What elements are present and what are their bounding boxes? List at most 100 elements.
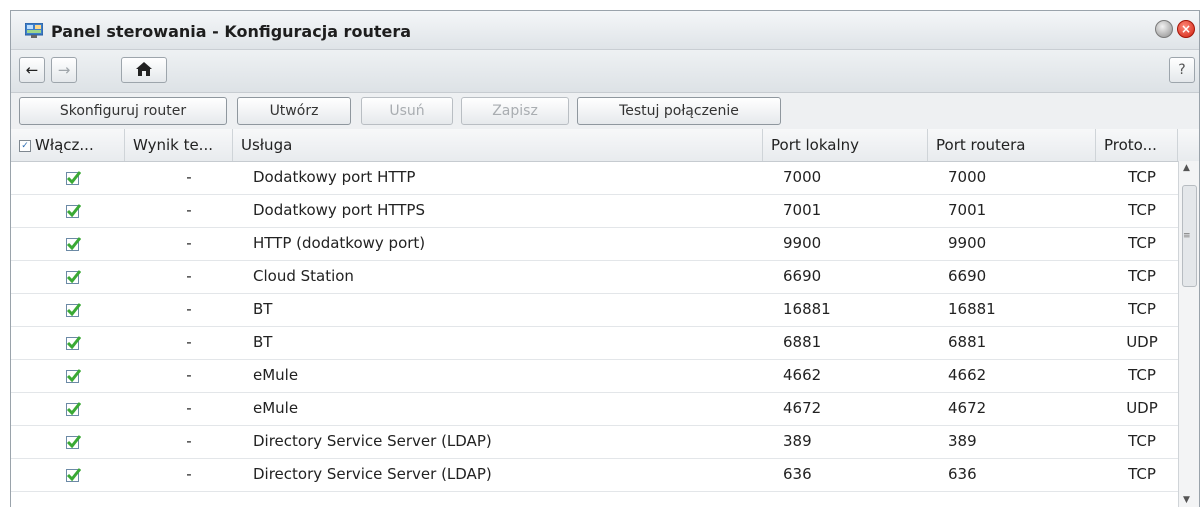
column-local-port[interactable]: Port lokalny bbox=[763, 129, 928, 161]
enabled-checkbox-icon[interactable] bbox=[65, 269, 81, 284]
local-port-cell: 7001 bbox=[783, 201, 822, 219]
test-result-cell: - bbox=[186, 201, 192, 219]
table-row[interactable]: - eMule 4672 4672 UDP bbox=[11, 392, 1179, 426]
minimize-icon[interactable] bbox=[1155, 20, 1173, 38]
table-row[interactable]: - eMule 4662 4662 TCP bbox=[11, 359, 1179, 393]
protocol-cell: TCP bbox=[1128, 300, 1156, 318]
router-port-cell: 9900 bbox=[948, 234, 987, 252]
test-result-cell: - bbox=[186, 366, 192, 384]
service-cell: Directory Service Server (LDAP) bbox=[253, 465, 492, 483]
test-result-cell: - bbox=[186, 234, 192, 252]
test-connection-button[interactable]: Testuj połączenie bbox=[577, 97, 781, 125]
arrow-left-icon: ← bbox=[25, 61, 39, 79]
enabled-checkbox-icon[interactable] bbox=[65, 302, 81, 317]
table-row[interactable]: - Cloud Station 6690 6690 TCP bbox=[11, 260, 1179, 294]
protocol-cell: TCP bbox=[1128, 267, 1156, 285]
test-result-cell: - bbox=[186, 432, 192, 450]
service-cell: Dodatkowy port HTTPS bbox=[253, 201, 425, 219]
control-panel-window: Panel sterowania - Konfiguracja routera … bbox=[10, 10, 1200, 507]
port-forwarding-table: ✓ Włącz... Wynik te... Usługa Port lokaln… bbox=[11, 129, 1199, 492]
table-row[interactable]: - Directory Service Server (LDAP) 389 389 TC… bbox=[11, 425, 1179, 459]
navigation-bar: ← → ? bbox=[11, 50, 1199, 93]
service-cell: HTTP (dodatkowy port) bbox=[253, 234, 426, 252]
enabled-checkbox-icon[interactable] bbox=[65, 368, 81, 383]
protocol-cell: TCP bbox=[1128, 201, 1156, 219]
create-button[interactable]: Utwórz bbox=[237, 97, 351, 125]
local-port-cell: 16881 bbox=[783, 300, 831, 318]
help-button[interactable]: ? bbox=[1169, 57, 1195, 83]
vertical-scrollbar[interactable]: ▲ ≡ ▼ bbox=[1178, 161, 1199, 507]
close-icon[interactable]: × bbox=[1177, 20, 1195, 38]
router-port-cell: 7001 bbox=[948, 201, 987, 219]
table-header: ✓ Włącz... Wynik te... Usługa Port lokaln… bbox=[11, 129, 1199, 162]
save-button[interactable]: Zapisz bbox=[461, 97, 569, 125]
home-button[interactable] bbox=[121, 57, 167, 83]
select-all-checkbox[interactable]: ✓ bbox=[19, 139, 31, 152]
title-bar: Panel sterowania - Konfiguracja routera … bbox=[11, 11, 1199, 50]
forward-button[interactable]: → bbox=[51, 57, 77, 83]
service-cell: Directory Service Server (LDAP) bbox=[253, 432, 492, 450]
test-result-cell: - bbox=[186, 333, 192, 351]
local-port-cell: 6881 bbox=[783, 333, 822, 351]
local-port-cell: 4662 bbox=[783, 366, 822, 384]
router-port-cell: 6881 bbox=[948, 333, 987, 351]
service-cell: eMule bbox=[253, 366, 299, 384]
enabled-cell bbox=[11, 359, 135, 392]
enabled-checkbox-icon[interactable] bbox=[65, 203, 81, 218]
column-enabled[interactable]: ✓ Włącz... bbox=[11, 129, 125, 161]
protocol-cell: UDP bbox=[1126, 399, 1158, 417]
table-row[interactable]: - Directory Service Server (LDAP) 636 636 TC… bbox=[11, 458, 1179, 492]
column-protocol[interactable]: Proto... bbox=[1096, 129, 1178, 161]
help-icon: ? bbox=[1178, 62, 1186, 78]
column-service[interactable]: Usługa bbox=[233, 129, 763, 161]
back-button[interactable]: ← bbox=[19, 57, 45, 83]
enabled-cell bbox=[11, 293, 135, 326]
protocol-cell: UDP bbox=[1126, 333, 1158, 351]
toolbar: Skonfiguruj router Utwórz Usuń Zapisz Te… bbox=[11, 93, 1199, 130]
service-cell: BT bbox=[253, 300, 273, 318]
local-port-cell: 9900 bbox=[783, 234, 822, 252]
configure-router-button[interactable]: Skonfiguruj router bbox=[19, 97, 227, 125]
test-result-cell: - bbox=[186, 465, 192, 483]
enabled-checkbox-icon[interactable] bbox=[65, 335, 81, 350]
test-result-cell: - bbox=[186, 267, 192, 285]
table-row[interactable]: - Dodatkowy port HTTPS 7001 7001 TCP bbox=[11, 194, 1179, 228]
local-port-cell: 6690 bbox=[783, 267, 822, 285]
router-port-cell: 4672 bbox=[948, 399, 987, 417]
service-cell: BT bbox=[253, 333, 273, 351]
local-port-cell: 4672 bbox=[783, 399, 822, 417]
grip-icon: ≡ bbox=[1183, 231, 1191, 241]
table-row[interactable]: - HTTP (dodatkowy port) 9900 9900 TCP bbox=[11, 227, 1179, 261]
test-result-cell: - bbox=[186, 300, 192, 318]
scroll-down-icon[interactable]: ▼ bbox=[1183, 495, 1190, 505]
column-router-port[interactable]: Port routera bbox=[928, 129, 1096, 161]
enabled-checkbox-icon[interactable] bbox=[65, 401, 81, 416]
service-cell: Dodatkowy port HTTP bbox=[253, 168, 416, 186]
router-port-cell: 636 bbox=[948, 465, 977, 483]
local-port-cell: 636 bbox=[783, 465, 812, 483]
router-port-cell: 389 bbox=[948, 432, 977, 450]
scroll-up-icon[interactable]: ▲ bbox=[1183, 163, 1190, 173]
test-result-cell: - bbox=[186, 168, 192, 186]
enabled-checkbox-icon[interactable] bbox=[65, 170, 81, 185]
enabled-cell bbox=[11, 194, 135, 227]
local-port-cell: 7000 bbox=[783, 168, 822, 186]
table-row[interactable]: - Dodatkowy port HTTP 7000 7000 TCP bbox=[11, 161, 1179, 195]
router-port-cell: 6690 bbox=[948, 267, 987, 285]
enabled-checkbox-icon[interactable] bbox=[65, 467, 81, 482]
table-row[interactable]: - BT 6881 6881 UDP bbox=[11, 326, 1179, 360]
table-row[interactable]: - BT 16881 16881 TCP bbox=[11, 293, 1179, 327]
enabled-cell bbox=[11, 260, 135, 293]
enabled-cell bbox=[11, 458, 135, 491]
local-port-cell: 389 bbox=[783, 432, 812, 450]
protocol-cell: TCP bbox=[1128, 465, 1156, 483]
enabled-checkbox-icon[interactable] bbox=[65, 236, 81, 251]
enabled-cell bbox=[11, 425, 135, 458]
column-result[interactable]: Wynik te... bbox=[125, 129, 233, 161]
protocol-cell: TCP bbox=[1128, 168, 1156, 186]
protocol-cell: TCP bbox=[1128, 366, 1156, 384]
enabled-checkbox-icon[interactable] bbox=[65, 434, 81, 449]
enabled-cell bbox=[11, 161, 135, 194]
delete-button[interactable]: Usuń bbox=[361, 97, 453, 125]
control-panel-icon bbox=[25, 23, 43, 38]
